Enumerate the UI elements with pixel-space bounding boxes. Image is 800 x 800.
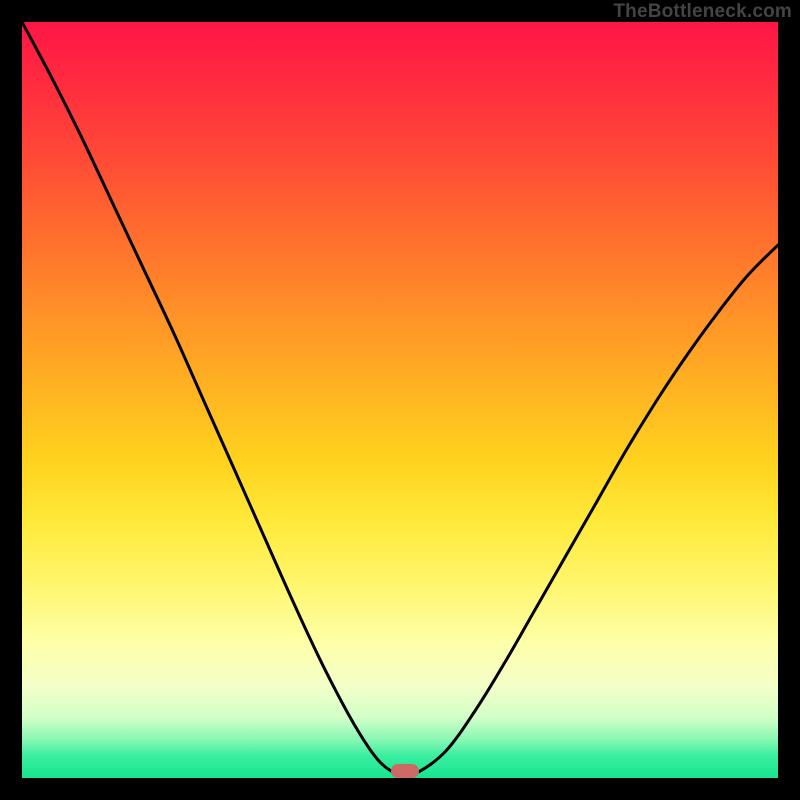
bottleneck-curve [22, 22, 778, 776]
optimal-marker [391, 764, 419, 778]
plot-area [22, 22, 778, 778]
chart-frame: TheBottleneck.com [0, 0, 800, 800]
curve-layer [22, 22, 778, 778]
watermark-text: TheBottleneck.com [613, 1, 792, 23]
